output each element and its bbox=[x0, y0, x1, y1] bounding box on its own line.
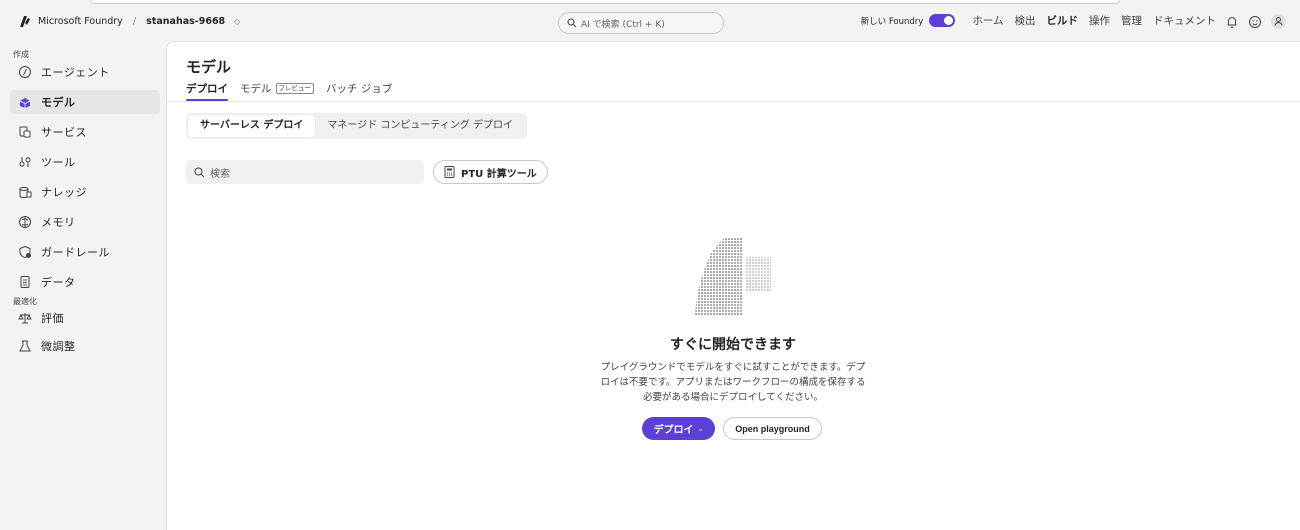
sidebar-item-label: ガードレール bbox=[41, 246, 110, 259]
section-optimize-label: 最適化 bbox=[13, 297, 37, 306]
sidebar-item-agents[interactable]: エージェント bbox=[10, 60, 160, 84]
deploy-type-switch: サーバーレス デプロイ マネージド コンピューティング デプロイ bbox=[186, 113, 527, 139]
user-icon[interactable] bbox=[1271, 14, 1286, 29]
sidebar-item-evaluation[interactable]: 評価 bbox=[10, 307, 160, 329]
nav-discover[interactable]: 検出 bbox=[1015, 13, 1036, 28]
nav-home[interactable]: ホーム bbox=[972, 13, 1003, 28]
ai-search-placeholder: AI で検索 (Ctrl + K) bbox=[581, 19, 665, 30]
sidebar-item-label: 評価 bbox=[41, 312, 64, 325]
tab-models[interactable]: モデル プレビュー bbox=[240, 81, 314, 101]
brand-area: Microsoft Foundry / stanahas-9668 ◇ bbox=[18, 14, 240, 28]
search-icon bbox=[567, 18, 577, 28]
top-bar: Microsoft Foundry / stanahas-9668 ◇ AI で… bbox=[0, 0, 1300, 41]
main-panel: モデル デプロイ モデル プレビュー バッチ ジョブ サーバーレス デプロイ マ… bbox=[166, 41, 1300, 530]
search-icon bbox=[194, 167, 205, 177]
data-icon bbox=[20, 276, 30, 288]
sidebar-item-label: エージェント bbox=[41, 66, 110, 79]
nav-manage[interactable]: 管理 bbox=[1121, 13, 1142, 28]
model-icon bbox=[19, 98, 31, 108]
open-playground-label: Open playground bbox=[735, 423, 810, 434]
nav-docs[interactable]: ドキュメント bbox=[1153, 13, 1216, 28]
finetune-icon bbox=[19, 340, 31, 352]
page-title: モデル bbox=[186, 58, 232, 76]
ai-search-box[interactable]: AI で検索 (Ctrl + K) bbox=[558, 12, 724, 34]
sidebar-item-finetune[interactable]: 微調整 bbox=[10, 335, 160, 357]
search-placeholder: 検索 bbox=[210, 168, 230, 180]
memory-icon bbox=[19, 216, 31, 228]
sidebar-item-label: メモリ bbox=[41, 216, 76, 229]
top-icons bbox=[1225, 14, 1286, 29]
guardrail-icon bbox=[19, 245, 31, 259]
ptu-button-label: PTU 計算ツール bbox=[461, 168, 537, 180]
service-icon bbox=[19, 126, 31, 138]
description-line: ロイは不要です。アプリまたはワークフローの構成を保存する bbox=[600, 377, 866, 388]
breadcrumb-separator: / bbox=[132, 15, 137, 27]
open-playground-button[interactable]: Open playground bbox=[723, 417, 822, 440]
brand-name[interactable]: Microsoft Foundry bbox=[38, 16, 123, 27]
tab-list: デプロイ モデル プレビュー バッチ ジョブ bbox=[186, 81, 392, 101]
new-foundry-label: 新しい Foundry bbox=[860, 16, 924, 27]
top-nav: 新しい Foundry ホーム 検出 ビルド 操作 管理 ドキュメント bbox=[861, 13, 1216, 28]
tab-label: モデル bbox=[240, 83, 272, 95]
tools-icon bbox=[19, 157, 31, 167]
sidebar-item-label: ツール bbox=[41, 156, 76, 169]
nav-operate[interactable]: 操作 bbox=[1089, 13, 1110, 28]
sidebar-item-label: サービス bbox=[41, 126, 87, 139]
sidebar-item-memory[interactable]: メモリ bbox=[10, 210, 160, 234]
calculator-icon bbox=[444, 166, 455, 178]
sidebar-item-guardrails[interactable]: ガードレール bbox=[10, 240, 160, 264]
tab-label: バッチ ジョブ bbox=[326, 83, 393, 95]
nav-build[interactable]: ビルド bbox=[1047, 13, 1079, 28]
foundry-logo-icon bbox=[20, 16, 30, 27]
sidebar-item-tools[interactable]: ツール bbox=[10, 150, 160, 174]
sidebar-item-label: ナレッジ bbox=[41, 186, 87, 199]
description-line: 必要がある場合にデプロイしてください。 bbox=[643, 392, 823, 403]
preview-badge: プレビュー bbox=[275, 83, 314, 94]
sidebar-item-label: 微調整 bbox=[41, 340, 76, 353]
deploy-button[interactable]: デプロイ ⌄ bbox=[642, 417, 715, 440]
knowledge-icon bbox=[19, 187, 32, 198]
evaluation-icon bbox=[18, 313, 32, 324]
sidebar-item-knowledge[interactable]: ナレッジ bbox=[10, 180, 160, 204]
tab-label: デプロイ bbox=[186, 83, 228, 95]
section-create-label: 作成 bbox=[13, 50, 29, 59]
sidebar-item-label: データ bbox=[41, 276, 76, 289]
browser-chrome-edge bbox=[90, 0, 1120, 4]
sidebar-item-services[interactable]: サービス bbox=[10, 120, 160, 144]
new-foundry-toggle[interactable] bbox=[929, 14, 956, 27]
agent-icon bbox=[19, 66, 31, 78]
sidebar-item-models[interactable]: モデル bbox=[10, 90, 160, 114]
tab-deploy[interactable]: デプロイ bbox=[186, 81, 228, 101]
tab-batch-jobs[interactable]: バッチ ジョブ bbox=[326, 81, 392, 101]
project-selector[interactable]: stanahas-9668 bbox=[146, 16, 225, 27]
bell-icon[interactable] bbox=[1225, 15, 1239, 29]
segment-serverless[interactable]: サーバーレス デプロイ bbox=[188, 115, 316, 137]
deploy-button-label: デプロイ bbox=[653, 425, 694, 436]
deployment-search-input[interactable]: 検索 bbox=[186, 160, 424, 184]
smiley-icon[interactable] bbox=[1248, 15, 1262, 29]
sidebar: 作成 エージェント モデル サービス ツール ナレッジ メモリ ガードレール デ… bbox=[0, 41, 166, 530]
segment-managed-compute[interactable]: マネージド コンピューティング デプロイ bbox=[315, 115, 525, 137]
sidebar-item-data[interactable]: データ bbox=[10, 270, 160, 294]
empty-state-description: プレイグラウンドでモデルをすぐに試すことができます。デプ ロイは不要です。アプリ… bbox=[583, 360, 883, 405]
empty-state-title: すぐに開始できます bbox=[670, 337, 796, 353]
ptu-calculator-button[interactable]: PTU 計算ツール bbox=[433, 160, 548, 184]
sidebar-item-label: モデル bbox=[41, 96, 76, 109]
tab-divider bbox=[167, 101, 1300, 102]
empty-state-illustration-icon bbox=[695, 237, 771, 315]
project-chevron-icon[interactable]: ◇ bbox=[234, 17, 240, 26]
chevron-down-icon: ⌄ bbox=[697, 424, 704, 433]
description-line: プレイグラウンドでモデルをすぐに試すことができます。デプ bbox=[600, 362, 866, 373]
